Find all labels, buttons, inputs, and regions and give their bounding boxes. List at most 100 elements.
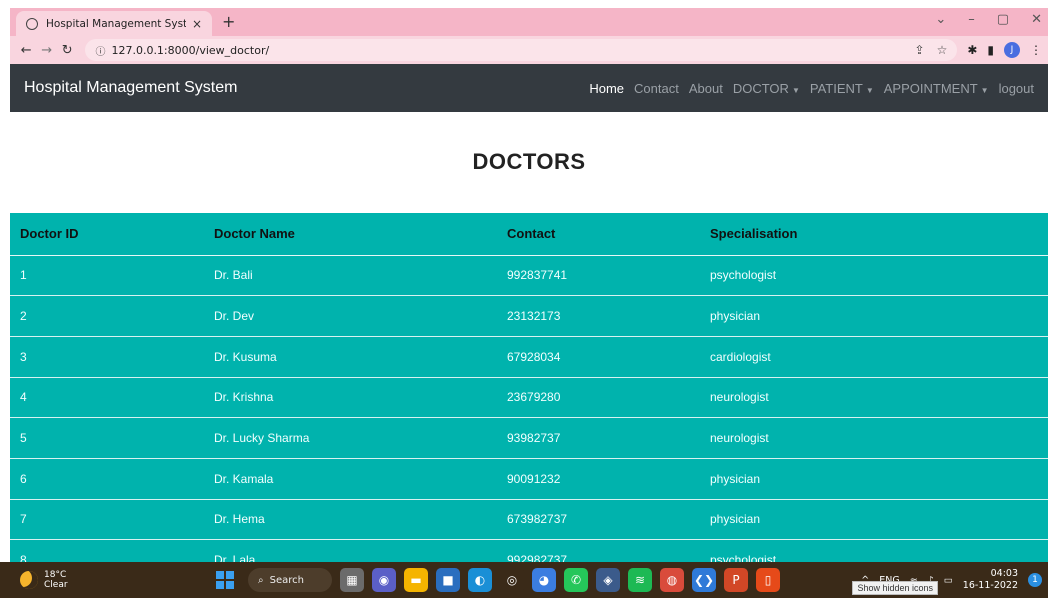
cell-specialisation: physician bbox=[700, 458, 1048, 500]
cell-contact: 673982737 bbox=[497, 499, 700, 541]
browser-toolbar: ← → ↻ ⓘ 127.0.0.1:8000/view_doctor/ ⇪ ☆ … bbox=[10, 36, 1048, 64]
nav-doctor-dropdown[interactable]: DOCTOR ▼ bbox=[733, 81, 800, 96]
share-icon[interactable]: ⇪ bbox=[915, 43, 925, 57]
table-row: 5 Dr. Lucky Sharma 93982737 neurologist bbox=[10, 417, 1048, 459]
search-label: Search bbox=[269, 574, 304, 586]
store-icon[interactable]: ■ bbox=[436, 568, 460, 592]
back-button[interactable]: ← bbox=[16, 43, 36, 58]
nav-patient-dropdown[interactable]: PATIENT ▼ bbox=[810, 81, 874, 96]
tab-close-button[interactable]: × bbox=[192, 17, 202, 31]
file-explorer-icon[interactable]: ▬ bbox=[404, 568, 428, 592]
nav-logout[interactable]: logout bbox=[999, 81, 1034, 96]
moon-icon bbox=[20, 571, 38, 589]
cell-contact: 23679280 bbox=[497, 377, 700, 419]
chrome-icon[interactable]: ◍ bbox=[660, 568, 684, 592]
table-row: 3 Dr. Kusuma 67928034 cardiologist bbox=[10, 336, 1048, 378]
minimize-button[interactable]: – bbox=[968, 12, 975, 27]
nav-appointment-dropdown[interactable]: APPOINTMENT ▼ bbox=[884, 81, 989, 96]
caret-down-icon: ▼ bbox=[865, 85, 874, 95]
nav-appointment-label: APPOINTMENT bbox=[883, 80, 978, 96]
page-title: DOCTORS bbox=[472, 149, 586, 174]
tab-title: Hospital Management System bbox=[46, 17, 186, 30]
weather-desc: Clear bbox=[44, 580, 68, 590]
profile-avatar[interactable]: J bbox=[1004, 42, 1020, 58]
windows-start-icon[interactable] bbox=[216, 571, 234, 589]
browser-tab[interactable]: Hospital Management System × bbox=[16, 11, 212, 36]
vscode-insiders-icon[interactable]: ◈ bbox=[596, 568, 620, 592]
menu-dots-icon[interactable]: ⋮ bbox=[1030, 43, 1042, 57]
cell-specialisation: psychologist bbox=[700, 255, 1048, 297]
cell-doctor-name: Dr. Krishna bbox=[204, 377, 497, 419]
cell-doctor-id: 2 bbox=[10, 295, 204, 337]
cell-doctor-id: 3 bbox=[10, 336, 204, 378]
task-view-icon[interactable]: ▦ bbox=[340, 568, 364, 592]
table-row: 4 Dr. Krishna 23679280 neurologist bbox=[10, 377, 1048, 419]
windows-taskbar: 18°C Clear ⌕ Search ▦ ◉ ▬ ■ ◐ ◎ ◕ ✆ ◈ ≋ … bbox=[0, 562, 1048, 598]
cell-doctor-id: 7 bbox=[10, 499, 204, 541]
clock-date: 16-11-2022 bbox=[962, 580, 1018, 591]
app-navbar: Hospital Management System Home Contact … bbox=[10, 64, 1048, 112]
nav-doctor-label: DOCTOR bbox=[732, 80, 789, 96]
forward-button[interactable]: → bbox=[36, 43, 56, 58]
doctors-table: Doctor ID Doctor Name Contact Specialisa… bbox=[10, 213, 1048, 581]
cell-doctor-name: Dr. Kusuma bbox=[204, 336, 497, 378]
notification-badge[interactable]: 1 bbox=[1028, 573, 1042, 587]
weather-widget[interactable]: 18°C Clear bbox=[20, 570, 68, 590]
cell-doctor-id: 4 bbox=[10, 377, 204, 419]
site-info-icon[interactable]: ⓘ bbox=[95, 43, 105, 58]
col-doctor-name: Doctor Name bbox=[204, 213, 497, 256]
table-row: 2 Dr. Dev 23132173 physician bbox=[10, 295, 1048, 337]
caret-down-icon: ▼ bbox=[791, 85, 800, 95]
cell-specialisation: physician bbox=[700, 499, 1048, 541]
window-controls: ⌄ – ▢ ✕ bbox=[935, 12, 1042, 27]
clock-time: 04:03 bbox=[990, 568, 1018, 579]
nav-patient-label: PATIENT bbox=[809, 80, 863, 96]
cell-doctor-name: Dr. Lucky Sharma bbox=[204, 417, 497, 459]
nav-home[interactable]: Home bbox=[589, 81, 624, 96]
chrome-canary-icon[interactable]: ◕ bbox=[532, 568, 556, 592]
weather-temp: 18°C bbox=[44, 570, 67, 580]
cell-contact: 992837741 bbox=[497, 255, 700, 297]
teams-chat-icon[interactable]: ◉ bbox=[372, 568, 396, 592]
cell-specialisation: neurologist bbox=[700, 377, 1048, 419]
col-doctor-id: Doctor ID bbox=[10, 213, 204, 256]
extensions-icon[interactable]: ✱ bbox=[967, 43, 977, 57]
cell-contact: 23132173 bbox=[497, 295, 700, 337]
browser-window: Hospital Management System × + ⌄ – ▢ ✕ ←… bbox=[10, 8, 1048, 598]
heading-section: DOCTORS bbox=[10, 112, 1048, 212]
close-window-button[interactable]: ✕ bbox=[1031, 12, 1042, 27]
tab-search-icon[interactable]: ⌄ bbox=[935, 12, 946, 27]
clock[interactable]: 04:03 16-11-2022 bbox=[963, 568, 1018, 592]
whatsapp-icon[interactable]: ✆ bbox=[564, 568, 588, 592]
restore-button[interactable]: ▢ bbox=[997, 12, 1009, 27]
table-header-row: Doctor ID Doctor Name Contact Specialisa… bbox=[10, 213, 1048, 256]
battery-icon[interactable]: ▭ bbox=[944, 575, 953, 586]
nav-about[interactable]: About bbox=[689, 81, 723, 96]
cell-specialisation: neurologist bbox=[700, 417, 1048, 459]
taskbar-search[interactable]: ⌕ Search bbox=[248, 568, 332, 592]
cell-doctor-id: 1 bbox=[10, 255, 204, 297]
cell-doctor-name: Dr. Kamala bbox=[204, 458, 497, 500]
reload-button[interactable]: ↻ bbox=[57, 43, 77, 58]
tab-strip: Hospital Management System × + ⌄ – ▢ ✕ bbox=[10, 8, 1048, 36]
nav-links: Home Contact About DOCTOR ▼ PATIENT ▼ APPO… bbox=[589, 81, 1034, 96]
obs-icon[interactable]: ◎ bbox=[500, 568, 524, 592]
cell-doctor-id: 5 bbox=[10, 417, 204, 459]
side-panel-icon[interactable]: ▮ bbox=[987, 43, 994, 57]
office-icon[interactable]: ▯ bbox=[756, 568, 780, 592]
url-text: 127.0.0.1:8000/view_doctor/ bbox=[111, 43, 270, 57]
globe-icon bbox=[26, 17, 38, 30]
nav-contact[interactable]: Contact bbox=[634, 81, 679, 96]
spotify-icon[interactable]: ≋ bbox=[628, 568, 652, 592]
search-icon: ⌕ bbox=[258, 574, 264, 586]
powerpoint-icon[interactable]: P bbox=[724, 568, 748, 592]
cell-contact: 90091232 bbox=[497, 458, 700, 500]
new-tab-button[interactable]: + bbox=[222, 12, 235, 31]
edge-icon[interactable]: ◐ bbox=[468, 568, 492, 592]
table-row: 1 Dr. Bali 992837741 psychologist bbox=[10, 255, 1048, 297]
address-bar[interactable]: ⓘ 127.0.0.1:8000/view_doctor/ ⇪ ☆ bbox=[85, 39, 958, 61]
vscode-icon[interactable]: ❮❯ bbox=[692, 568, 716, 592]
cell-doctor-name: Dr. Bali bbox=[204, 255, 497, 297]
bookmark-star-icon[interactable]: ☆ bbox=[937, 43, 948, 57]
brand-link[interactable]: Hospital Management System bbox=[24, 79, 237, 97]
